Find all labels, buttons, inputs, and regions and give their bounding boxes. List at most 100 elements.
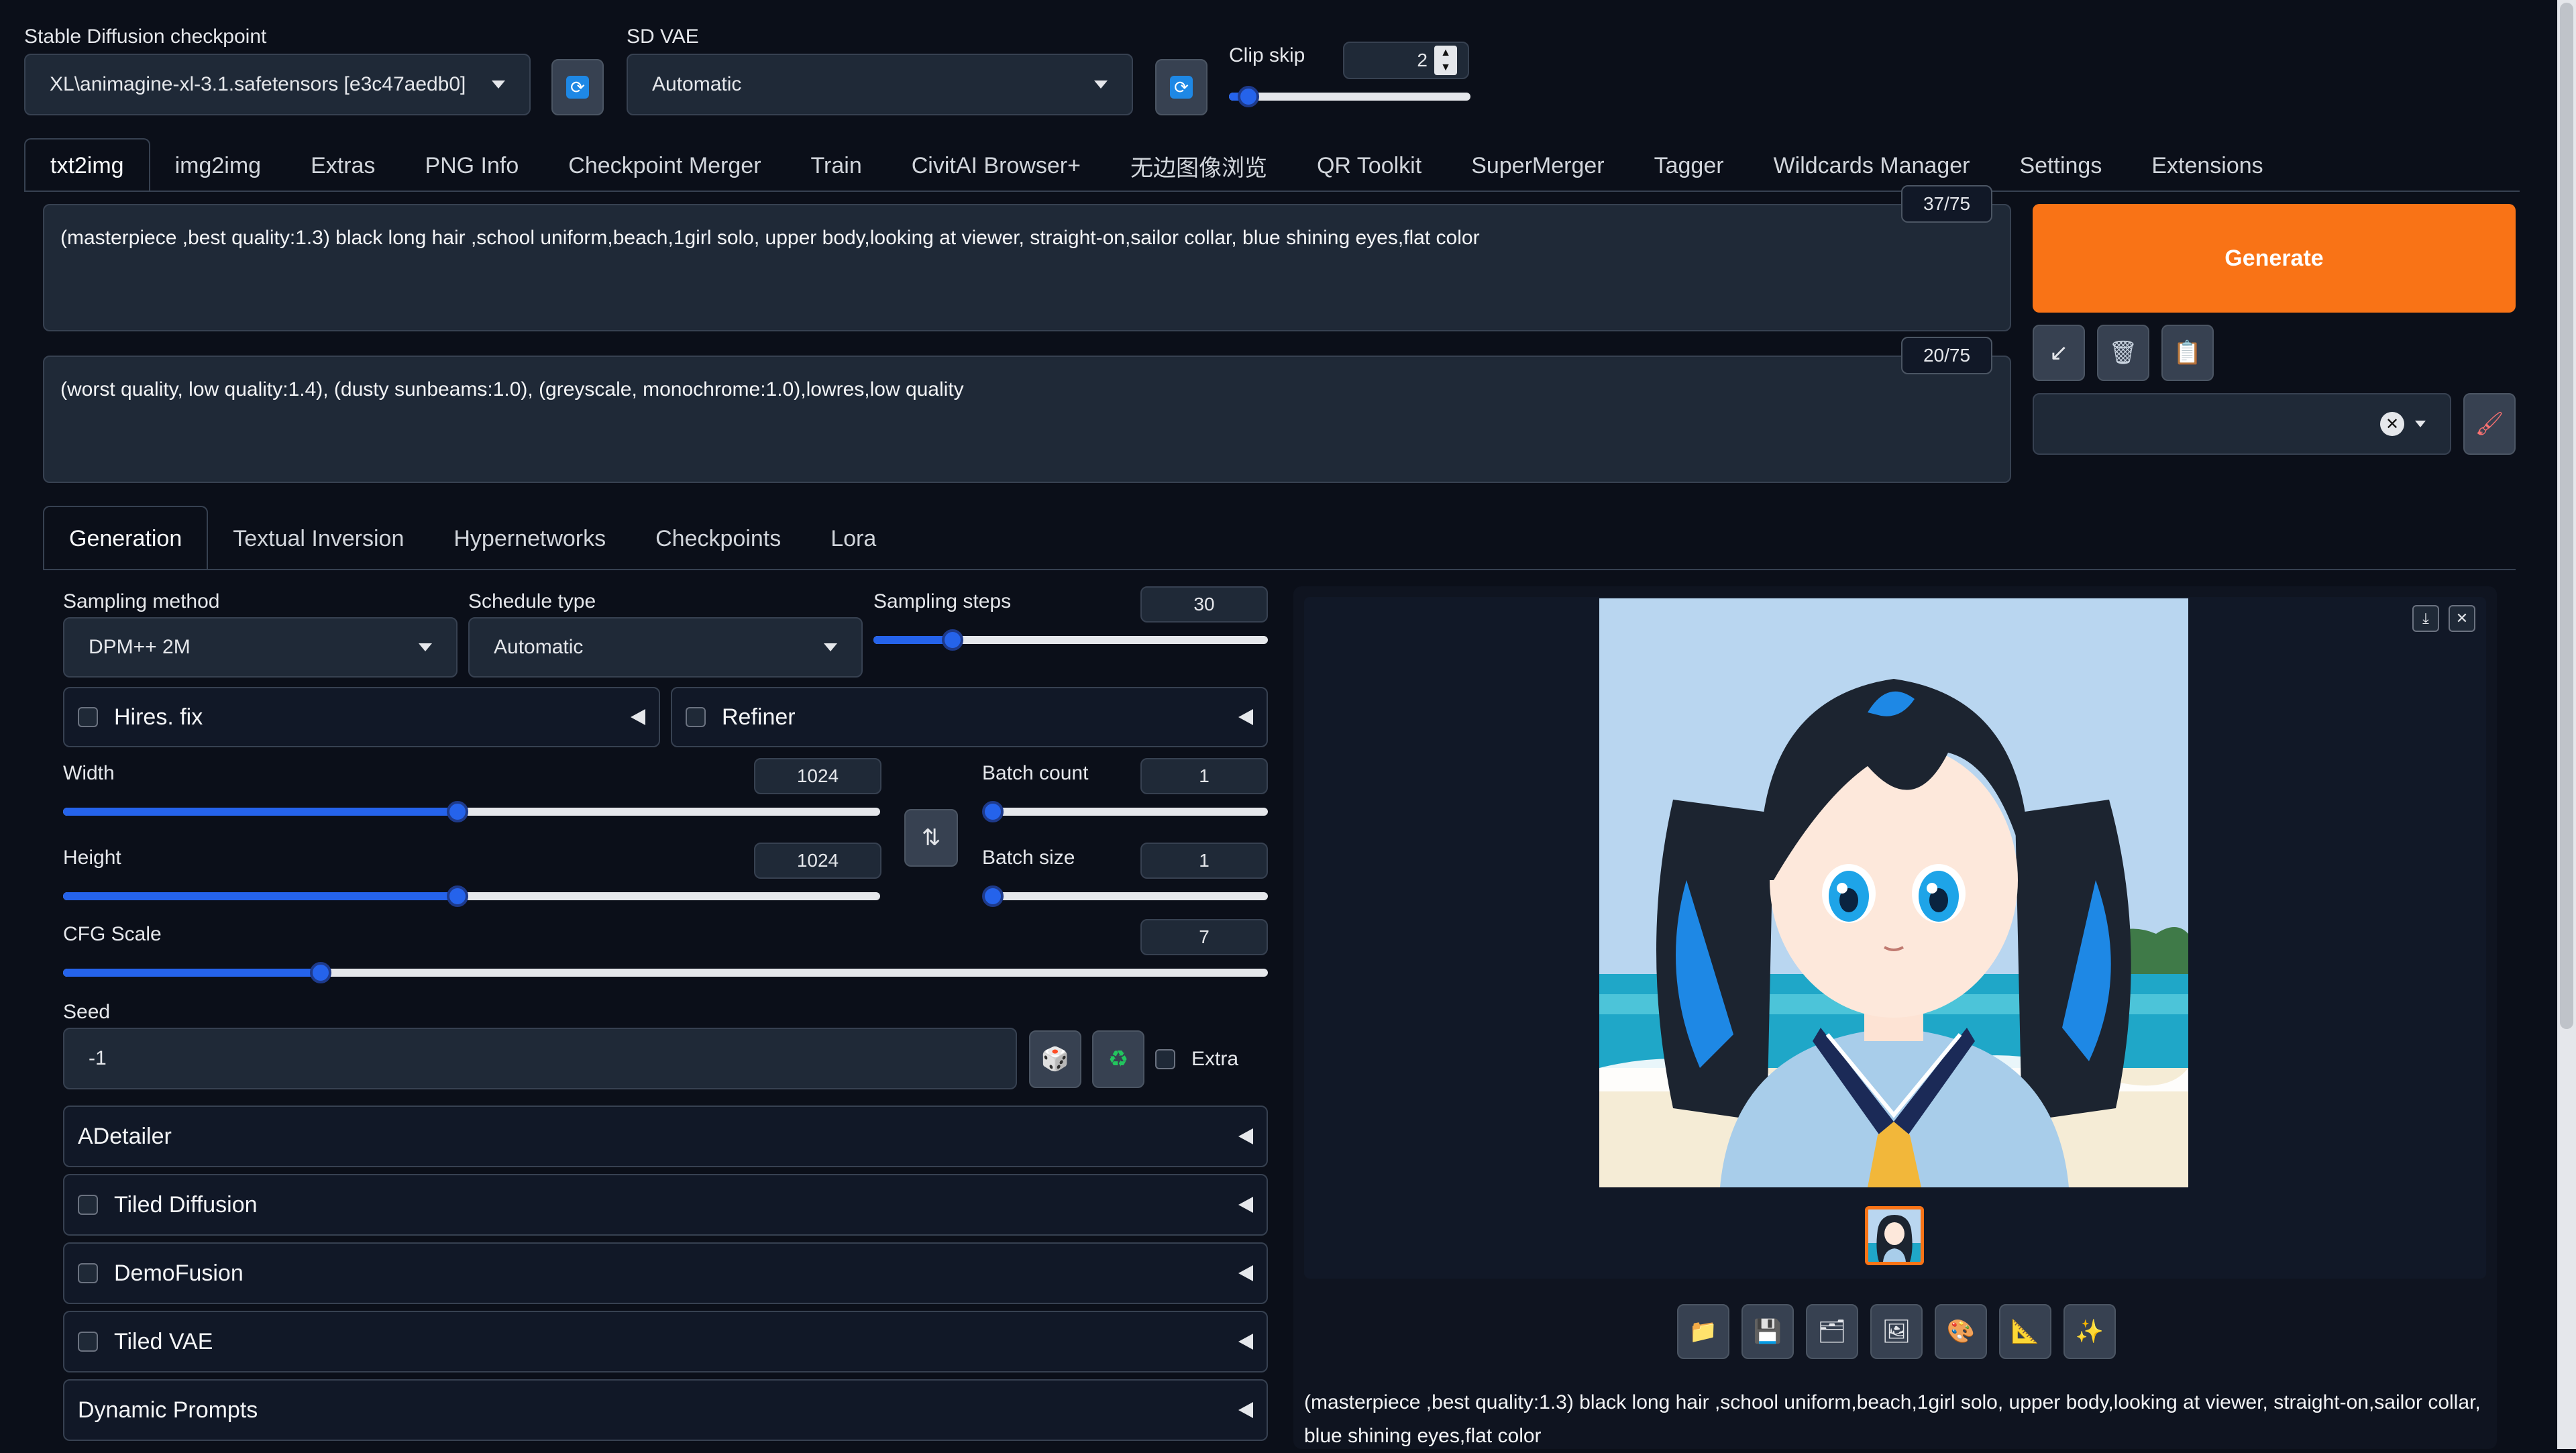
height-input[interactable]: 1024 (754, 843, 881, 879)
save-button[interactable]: 💾 (1741, 1304, 1794, 1359)
batch-size-slider[interactable] (982, 885, 1268, 907)
hires-fix-checkbox[interactable] (78, 707, 98, 727)
batch-count-input[interactable]: 1 (1140, 758, 1268, 794)
hires-fix-accordion[interactable]: Hires. fix (63, 687, 660, 747)
checkpoint-dropdown[interactable]: XL\animagine-xl-3.1.safetensors [e3c47ae… (24, 54, 531, 115)
tab-extensions[interactable]: Extensions (2127, 140, 2288, 192)
height-slider[interactable] (63, 885, 880, 907)
styles-dropdown[interactable]: ✕ (2033, 393, 2451, 455)
sampling-steps-input[interactable]: 30 (1140, 586, 1268, 623)
subtab-hypernetworks[interactable]: Hypernetworks (429, 507, 631, 570)
refiner-accordion[interactable]: Refiner (671, 687, 1268, 747)
dynamic-prompts-accordion[interactable]: Dynamic Prompts (63, 1379, 1268, 1441)
slider-thumb[interactable] (941, 629, 963, 651)
tiled-vae-checkbox[interactable] (78, 1332, 98, 1352)
folder-icon: 📁 (1688, 1319, 1718, 1344)
dice-icon: 🎲 (1040, 1046, 1070, 1072)
tab-txt2img[interactable]: txt2img (24, 138, 150, 192)
subtab-textual-inversion[interactable]: Textual Inversion (208, 507, 429, 570)
slider-thumb[interactable] (982, 885, 1004, 907)
tab-无边图像浏览[interactable]: 无边图像浏览 (1106, 140, 1292, 192)
slider-track (873, 629, 1268, 651)
subtab-lora[interactable]: Lora (806, 507, 901, 570)
slider-thumb[interactable] (447, 885, 469, 907)
gallery-thumbnail[interactable] (1865, 1206, 1924, 1265)
sampling-steps-label: Sampling steps (873, 590, 1012, 612)
subtab-checkpoints[interactable]: Checkpoints (631, 507, 806, 570)
tab-wildcards-manager[interactable]: Wildcards Manager (1749, 140, 1995, 192)
tiled-vae-accordion[interactable]: Tiled VAE (63, 1311, 1268, 1373)
open-folder-button[interactable]: 📁 (1677, 1304, 1729, 1359)
upscale-button[interactable]: ✨ (2063, 1304, 2116, 1359)
tab-civitai-browser-[interactable]: CivitAI Browser+ (887, 140, 1106, 192)
demofusion-label: DemoFusion (114, 1260, 244, 1286)
generate-button[interactable]: Generate (2033, 204, 2516, 313)
seed-input[interactable]: -1 (63, 1028, 1017, 1089)
clip-skip-stepper[interactable]: ▲ ▼ (1434, 46, 1457, 75)
download-icon[interactable]: ⤓ (2412, 605, 2439, 632)
vae-dropdown[interactable]: Automatic (627, 54, 1133, 115)
close-icon[interactable]: ✕ (2449, 605, 2475, 632)
demofusion-accordion[interactable]: DemoFusion (63, 1242, 1268, 1304)
clear-icon[interactable]: ✕ (2380, 412, 2404, 436)
slider-thumb[interactable] (982, 801, 1004, 822)
page-scrollbar[interactable] (2557, 0, 2576, 1449)
tiled-diffusion-checkbox[interactable] (78, 1195, 98, 1215)
batch-count-slider[interactable] (982, 801, 1268, 822)
refresh-icon: ⟳ (566, 76, 589, 99)
slider-thumb[interactable] (447, 801, 469, 822)
positive-prompt-input[interactable]: (masterpiece ,best quality:1.3) black lo… (43, 204, 2011, 331)
demofusion-checkbox[interactable] (78, 1263, 98, 1283)
cfg-scale-slider[interactable] (63, 962, 1268, 983)
subtab-generation[interactable]: Generation (43, 506, 209, 570)
adetailer-accordion[interactable]: ADetailer (63, 1106, 1268, 1167)
extra-seed-toggle[interactable]: Extra (1155, 1048, 1238, 1071)
paste-style-button[interactable]: 📋 (2161, 325, 2214, 381)
tab-divider (24, 191, 2520, 192)
slider-track (63, 885, 880, 907)
chevron-down-icon (492, 80, 505, 89)
refiner-checkbox[interactable] (686, 707, 706, 727)
read-params-button[interactable]: ↙ (2033, 325, 2085, 381)
tab-png-info[interactable]: PNG Info (400, 140, 543, 192)
swap-dimensions-button[interactable]: ⇅ (904, 809, 958, 867)
clip-skip-slider[interactable] (1229, 86, 1470, 107)
width-input[interactable]: 1024 (754, 758, 881, 794)
slider-thumb[interactable] (1237, 86, 1259, 107)
refresh-vae-button[interactable]: ⟳ (1155, 59, 1208, 115)
tab-qr-toolkit[interactable]: QR Toolkit (1292, 140, 1446, 192)
tab-train[interactable]: Train (786, 140, 887, 192)
width-slider[interactable] (63, 801, 880, 822)
schedule-type-dropdown[interactable]: Automatic (468, 617, 863, 678)
tiled-diffusion-label: Tiled Diffusion (114, 1191, 258, 1218)
generated-image[interactable] (1599, 598, 2188, 1187)
negative-prompt-input[interactable]: (worst quality, low quality:1.4), (dusty… (43, 356, 2011, 483)
random-seed-button[interactable]: 🎲 (1029, 1030, 1081, 1088)
tab-img2img[interactable]: img2img (150, 140, 286, 192)
clipboard-icon: 📋 (2173, 340, 2202, 366)
send-to-inpaint-button[interactable]: 🎨 (1935, 1304, 1987, 1359)
tab-extras[interactable]: Extras (286, 140, 400, 192)
send-to-img2img-button[interactable]: 🖼 (1870, 1304, 1923, 1359)
sampling-steps-slider[interactable] (873, 629, 1268, 651)
tab-tagger[interactable]: Tagger (1629, 140, 1749, 192)
cfg-scale-input[interactable]: 7 (1140, 919, 1268, 955)
reuse-seed-button[interactable]: ♻ (1092, 1030, 1144, 1088)
zip-button[interactable]: 🗂 (1806, 1304, 1858, 1359)
edit-styles-button[interactable]: 🖌 (2463, 393, 2516, 455)
refresh-checkpoint-button[interactable]: ⟳ (551, 59, 604, 115)
refiner-label: Refiner (722, 704, 796, 730)
slider-thumb[interactable] (310, 962, 332, 983)
sampling-method-dropdown[interactable]: DPM++ 2M (63, 617, 458, 678)
clear-prompt-button[interactable]: 🗑 (2097, 325, 2149, 381)
slider-fill (63, 808, 458, 816)
send-to-extras-button[interactable]: 📐 (1999, 1304, 2051, 1359)
tab-supermerger[interactable]: SuperMerger (1446, 140, 1629, 192)
tiled-diffusion-accordion[interactable]: Tiled Diffusion (63, 1174, 1268, 1236)
batch-size-input[interactable]: 1 (1140, 843, 1268, 879)
main-tab-bar: txt2img img2img Extras PNG Info Checkpoint M… (24, 138, 2288, 192)
scrollbar-thumb[interactable] (2560, 3, 2573, 1029)
extra-checkbox[interactable] (1155, 1049, 1175, 1069)
tab-checkpoint-merger[interactable]: Checkpoint Merger (543, 140, 786, 192)
tab-settings[interactable]: Settings (1994, 140, 2127, 192)
